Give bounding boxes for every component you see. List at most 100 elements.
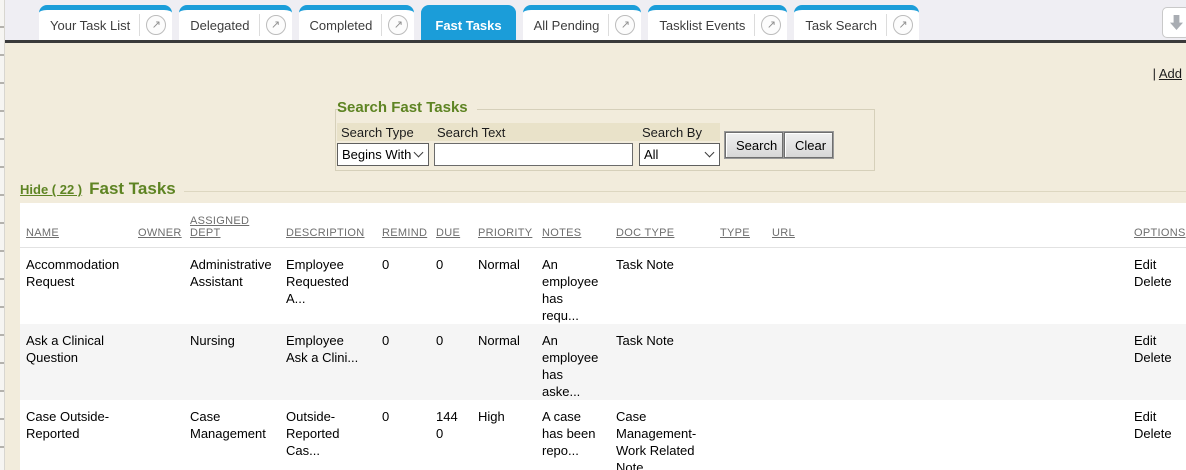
cell-options: Edit Delete [1128,324,1186,400]
hide-count-link[interactable]: Hide ( 22 ) [20,182,82,197]
tab-all-pending[interactable]: All Pending ↗ [523,5,642,40]
column-header-owner[interactable]: OWNER [138,227,182,239]
list-heading: Hide ( 22 ) Fast Tasks [20,179,1186,203]
tab-divider [381,14,382,36]
edit-link[interactable]: Edit [1134,332,1178,349]
cell-priority: Normal [472,324,536,400]
cell-owner [132,324,184,400]
tab-label: Task Search [805,18,877,33]
cell-doc-type: Case Management-Work Related Note [610,400,714,470]
pipe-separator: | [1153,66,1156,81]
tab-label: All Pending [534,18,600,33]
column-header-type[interactable]: TYPE [720,227,750,239]
cell-due: 0 [430,247,472,324]
content-area: | Add Search Fast Tasks Search Type Sear… [0,43,1186,470]
table-header-row: NAME OWNER ASSIGNED DEPT DESCRIPTION REM… [20,203,1186,247]
open-in-window-icon[interactable]: ↗ [266,15,286,35]
cell-type [714,247,766,324]
table-row: Case Outside-Reported Case Management Ou… [20,400,1186,470]
cell-url [766,247,1128,324]
cell-description: Outside-Reported Cas... [280,400,376,470]
column-header-description[interactable]: DESCRIPTION [286,227,364,239]
fast-tasks-table-container: NAME OWNER ASSIGNED DEPT DESCRIPTION REM… [20,203,1186,470]
cell-priority: Normal [472,247,536,324]
cell-options: Edit Delete [1128,400,1186,470]
arrow-glyph: ↗ [152,20,161,31]
cell-owner [132,400,184,470]
column-header-assigned-dept[interactable]: ASSIGNED DEPT [190,215,252,239]
cell-remind: 0 [376,400,430,470]
search-text-input[interactable] [434,143,633,166]
tab-label: Tasklist Events [659,18,745,33]
edit-link[interactable]: Edit [1134,256,1178,273]
tab-completed[interactable]: Completed ↗ [299,5,415,40]
cell-notes: An employee has requ... [536,247,610,324]
column-header-url[interactable]: URL [772,227,795,239]
arrow-glyph: ↗ [767,20,776,31]
search-fast-tasks-panel: Search Fast Tasks Search Type Search Tex… [335,109,875,171]
table-row: Accommodation Request Administrative Ass… [20,247,1186,324]
tab-tasklist-events[interactable]: Tasklist Events ↗ [648,5,787,40]
tab-delegated[interactable]: Delegated ↗ [179,5,291,40]
tab-divider [608,14,609,36]
search-type-select[interactable]: Begins With [337,143,429,166]
cell-remind: 0 [376,247,430,324]
tab-divider [259,14,260,36]
cell-type [714,324,766,400]
open-in-window-icon[interactable]: ↗ [388,15,408,35]
cell-notes: An employee has aske... [536,324,610,400]
column-header-priority[interactable]: PRIORITY [478,227,532,239]
selected-value: Begins With [342,147,411,162]
arrow-glyph: ↗ [271,20,280,31]
tab-your-task-list[interactable]: Your Task List ↗ [39,5,172,40]
tab-divider [139,14,140,36]
column-header-options[interactable]: OPTIONS [1134,227,1186,239]
fast-tasks-table: NAME OWNER ASSIGNED DEPT DESCRIPTION REM… [20,203,1186,470]
search-text-label: Search Text [437,125,505,140]
clear-button[interactable]: Clear [784,132,833,158]
open-in-window-icon[interactable]: ↗ [146,15,166,35]
column-header-doc-type[interactable]: DOC TYPE [616,227,674,239]
cell-name: Accommodation Request [20,247,132,324]
column-header-notes[interactable]: NOTES [542,227,581,239]
open-in-window-icon[interactable]: ↗ [893,15,913,35]
cell-notes: A case has been repo... [536,400,610,470]
arrow-glyph: ↗ [898,20,907,31]
delete-link[interactable]: Delete [1134,273,1178,290]
search-by-select[interactable]: All [639,143,720,166]
open-in-window-icon[interactable]: ↗ [761,15,781,35]
add-row: | Add [0,43,1186,82]
tab-label: Fast Tasks [435,18,501,33]
search-button-group: Search Clear [724,131,834,159]
column-header-remind[interactable]: REMIND [382,227,427,239]
search-by-label: Search By [642,125,702,140]
column-header-due[interactable]: DUE [436,227,460,239]
cell-assigned-dept: Nursing [184,324,280,400]
resize-gutter[interactable] [0,0,5,470]
cell-owner [132,247,184,324]
search-button[interactable]: Search [725,132,783,158]
tab-task-search[interactable]: Task Search ↗ [794,5,919,40]
cell-due: 0 [430,324,472,400]
tab-fast-tasks[interactable]: Fast Tasks [421,5,515,40]
heading-rule [184,191,1186,192]
add-link[interactable]: Add [1159,66,1182,81]
search-type-label: Search Type [341,125,414,140]
tab-label: Completed [310,18,373,33]
scroll-down-button[interactable] [1162,7,1186,38]
arrow-glyph: ↗ [621,20,630,31]
edit-link[interactable]: Edit [1134,408,1178,425]
delete-link[interactable]: Delete [1134,349,1178,366]
table-row: Ask a Clinical Question Nursing Employee… [20,324,1186,400]
arrow-glyph: ↗ [394,20,403,31]
cell-due: 1440 [430,400,472,470]
cell-name: Case Outside-Reported [20,400,132,470]
delete-link[interactable]: Delete [1134,425,1178,442]
cell-priority: High [472,400,536,470]
column-header-name[interactable]: NAME [26,227,59,239]
cell-doc-type: Task Note [610,247,714,324]
search-panel-title: Search Fast Tasks [337,99,477,116]
down-arrow-icon [1169,14,1184,31]
open-in-window-icon[interactable]: ↗ [615,15,635,35]
cell-doc-type: Task Note [610,324,714,400]
